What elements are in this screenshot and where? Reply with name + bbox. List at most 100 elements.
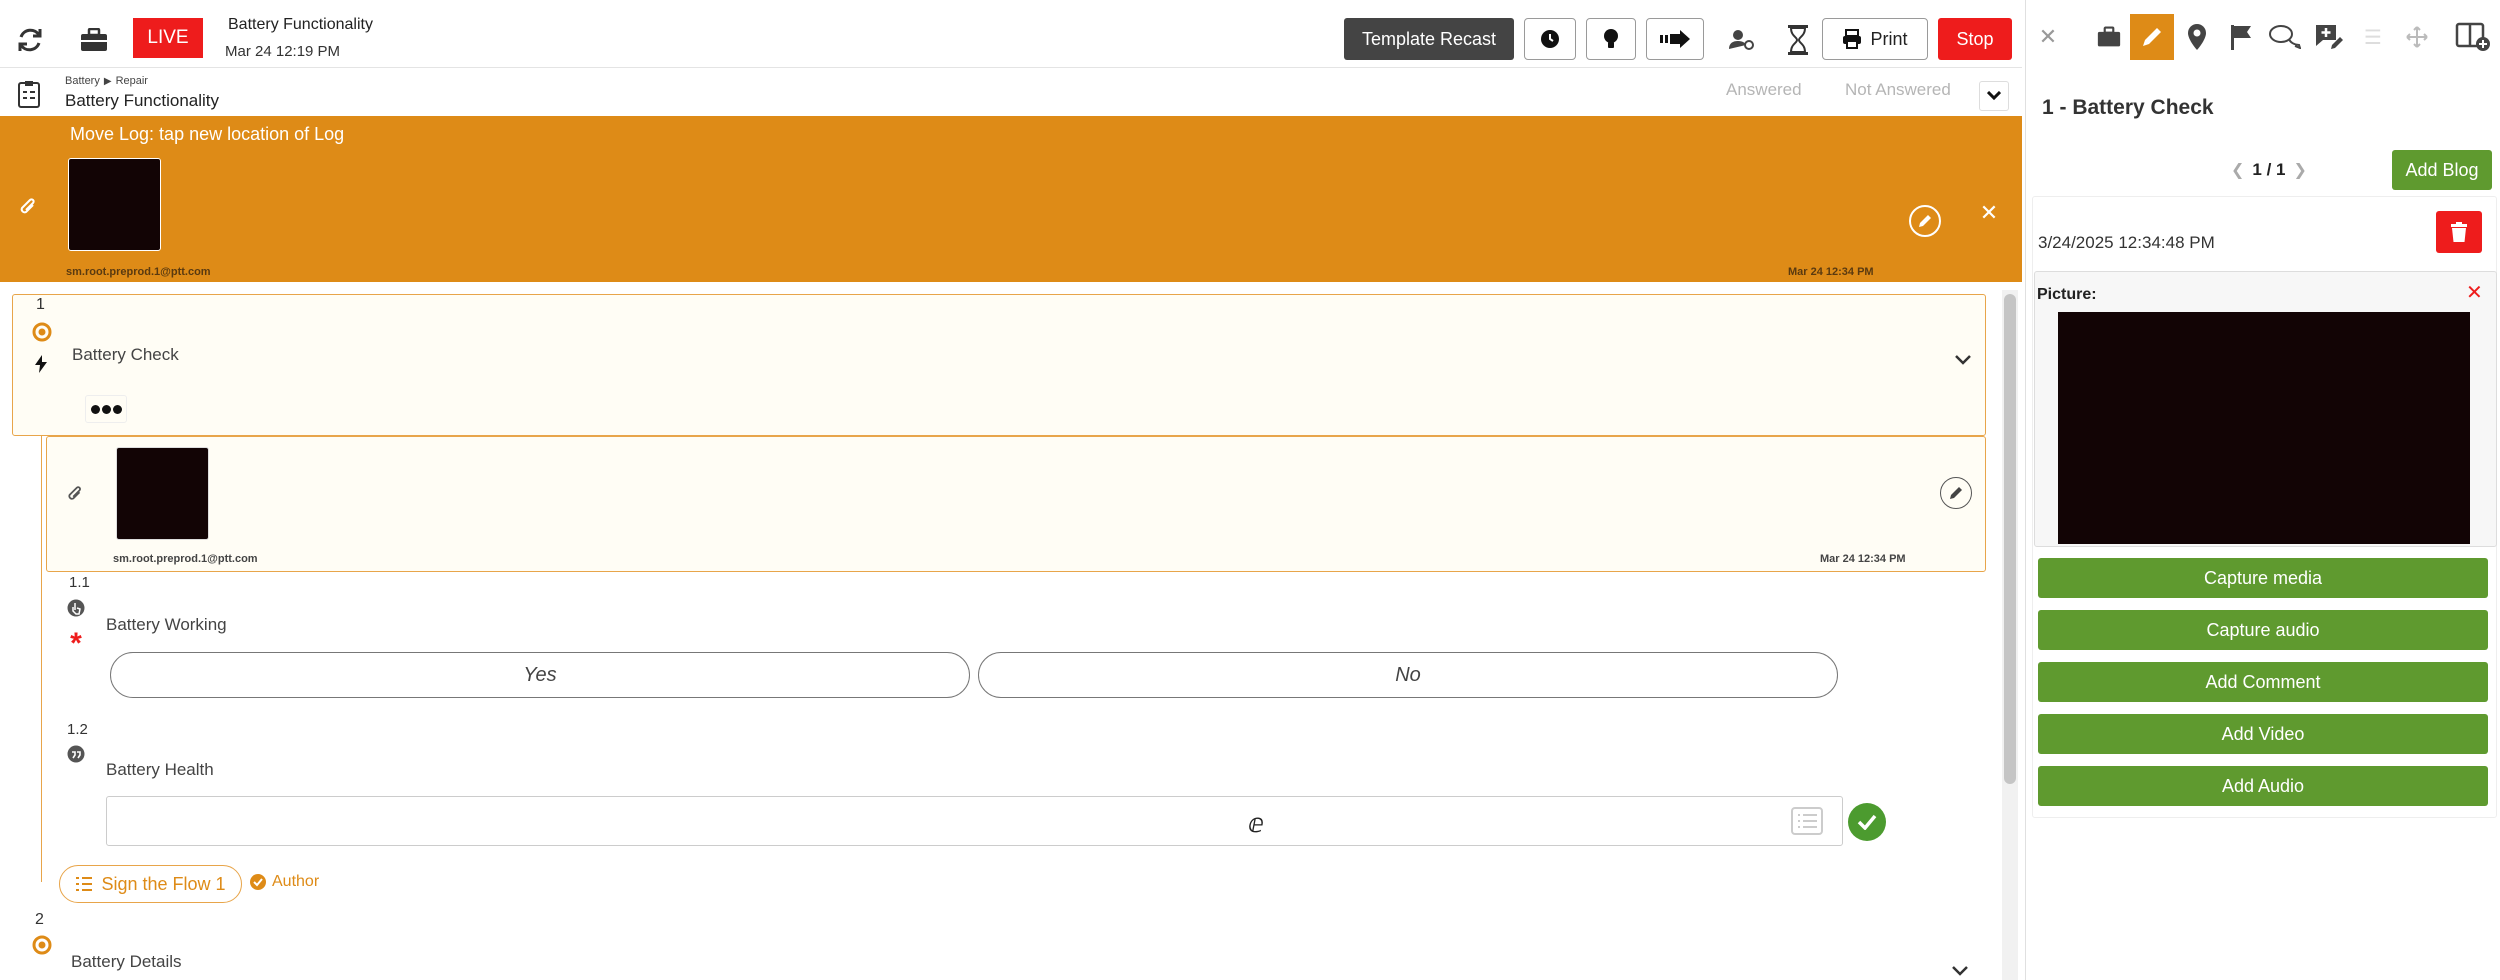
move-log-banner: Move Log: tap new location of Log sm.roo… — [0, 116, 2022, 282]
side-panel: ✕ ☰ 1 - Battery Check ❮ 1 / 1 ❯ Add Blog… — [2025, 0, 2500, 980]
banner-user: sm.root.preprod.1@ptt.com — [66, 266, 211, 278]
workflow-title: Battery Functionality — [228, 16, 373, 33]
add-audio-button[interactable]: Add Audio — [2038, 766, 2488, 806]
trash-icon — [2451, 222, 2467, 242]
pencil-icon[interactable] — [2130, 14, 2174, 60]
step-number: 2 — [35, 911, 44, 928]
quote-icon — [67, 745, 85, 763]
close-panel-icon[interactable]: ✕ — [2026, 14, 2070, 60]
chevron-right-icon[interactable]: ❯ — [2294, 160, 2307, 180]
answer-yes-button[interactable]: Yes — [110, 652, 970, 698]
attachment-card: sm.root.preprod.1@ptt.com Mar 24 12:34 P… — [46, 436, 1986, 572]
capture-audio-button[interactable]: Capture audio — [2038, 610, 2488, 650]
remove-picture-icon[interactable]: ✕ — [2466, 280, 2483, 305]
briefcase-icon[interactable] — [2087, 14, 2131, 60]
refresh-icon[interactable] — [14, 24, 46, 56]
step-card-battery-check[interactable]: Battery Check — [12, 294, 1986, 436]
breadcrumb: Battery ▶ Repair — [65, 75, 148, 87]
stop-button[interactable]: Stop — [1938, 18, 2012, 60]
question-label: Battery Health — [106, 760, 214, 779]
top-toolbar: LIVE Battery Functionality Mar 24 12:19 … — [0, 10, 2022, 68]
paperclip-icon[interactable] — [65, 483, 85, 505]
sub-header: Battery ▶ Repair Battery Functionality A… — [0, 69, 2022, 116]
tab-answered[interactable]: Answered — [1726, 80, 1802, 100]
print-button[interactable]: Print — [1822, 18, 1928, 60]
attachment-thumbnail[interactable] — [68, 158, 161, 251]
skip-forward-button[interactable] — [1646, 18, 1704, 60]
hand-pointer-icon — [67, 599, 85, 617]
step-status-circle-icon — [32, 322, 52, 342]
edit-log-button[interactable] — [1909, 205, 1941, 237]
move-log-message: Move Log: tap new location of Log — [70, 124, 345, 144]
chevron-down-icon[interactable] — [1953, 353, 1973, 367]
clock-button[interactable] — [1524, 18, 1576, 60]
capture-media-button[interactable]: Capture media — [2038, 558, 2488, 598]
battery-health-input[interactable]: ⅇ — [106, 796, 1843, 846]
chevron-left-icon[interactable]: ❮ — [2231, 160, 2244, 180]
briefcase-icon[interactable] — [78, 26, 110, 54]
lightbulb-icon — [1604, 29, 1618, 48]
add-blog-icon[interactable] — [2307, 14, 2351, 60]
text-cursor-icon: ⅇ — [1248, 807, 1264, 838]
hourglass-icon[interactable] — [1786, 24, 1810, 56]
live-badge: LIVE — [133, 18, 203, 58]
scrollbar-thumb[interactable] — [2004, 294, 2016, 784]
panel-title: 1 - Battery Check — [2042, 96, 2214, 119]
flag-icon[interactable] — [2219, 14, 2263, 60]
add-blog-button[interactable]: Add Blog — [2392, 150, 2492, 190]
edit-attachment-button[interactable] — [1940, 477, 1972, 509]
add-comment-button[interactable]: Add Comment — [2038, 662, 2488, 702]
pager-label: 1 / 1 — [2252, 160, 2286, 179]
question-number: 1.2 — [67, 721, 88, 738]
list-icon[interactable] — [1790, 805, 1824, 837]
attachment-timestamp: Mar 24 12:34 PM — [1820, 553, 1906, 565]
user-settings-icon[interactable] — [1728, 28, 1756, 52]
collapse-button[interactable] — [1979, 81, 2009, 111]
lightbulb-button[interactable] — [1586, 18, 1636, 60]
move-icon[interactable] — [2395, 14, 2439, 60]
blog-picture[interactable] — [2058, 312, 2470, 544]
checkmark-icon — [1857, 814, 1877, 830]
blog-date: 3/24/2025 12:34:48 PM — [2038, 233, 2215, 252]
answer-no-button[interactable]: No — [978, 652, 1838, 698]
chevron-down-icon[interactable] — [1950, 964, 1970, 978]
delete-blog-button[interactable] — [2436, 211, 2482, 253]
pencil-icon — [1950, 487, 1962, 499]
sign-flow-button[interactable]: Sign the Flow 1 — [59, 865, 242, 903]
question-number: 1.1 — [69, 574, 90, 591]
print-label: Print — [1870, 28, 1908, 49]
pencil-icon — [1919, 215, 1931, 227]
panel-toolbar: ✕ ☰ — [2026, 14, 2500, 62]
check-circle-icon — [250, 874, 266, 890]
clock-icon — [1541, 30, 1559, 48]
more-options-button[interactable] — [85, 395, 127, 423]
paperclip-icon[interactable] — [16, 194, 40, 220]
page-title: Battery Functionality — [65, 91, 220, 110]
menu-icon[interactable]: ☰ — [2351, 14, 2395, 60]
step-number: 1 — [36, 296, 45, 313]
close-banner-icon[interactable]: ✕ — [1978, 200, 2000, 225]
banner-timestamp: Mar 24 12:34 PM — [1788, 266, 1874, 278]
app-root: LIVE Battery Functionality Mar 24 12:19 … — [0, 0, 2500, 980]
author-label: Author — [272, 873, 320, 890]
attachment-user: sm.root.preprod.1@ptt.com — [113, 553, 258, 565]
arrow-right-icon — [1660, 30, 1690, 48]
submit-answer-button[interactable] — [1848, 803, 1886, 841]
comments-icon[interactable] — [2263, 14, 2307, 60]
tab-not-answered[interactable]: Not Answered — [1845, 80, 1951, 100]
add-video-button[interactable]: Add Video — [2038, 714, 2488, 754]
list-check-icon — [76, 877, 93, 891]
blog-pager: ❮ 1 / 1 ❯ — [2231, 160, 2307, 180]
workflow-date: Mar 24 12:19 PM — [225, 43, 341, 60]
main-area: LIVE Battery Functionality Mar 24 12:19 … — [0, 0, 2022, 980]
template-recast-button[interactable]: Template Recast — [1344, 18, 1514, 60]
breadcrumb-separator-icon: ▶ — [103, 75, 112, 87]
breadcrumb-parent[interactable]: Battery — [65, 75, 100, 87]
add-column-icon[interactable] — [2451, 14, 2495, 60]
attachment-thumbnail[interactable] — [116, 447, 209, 540]
printer-icon — [1843, 29, 1862, 49]
question-label: Battery Working — [106, 615, 227, 634]
author-badge: Author — [250, 873, 319, 891]
map-marker-icon[interactable] — [2175, 14, 2219, 60]
breadcrumb-child[interactable]: Repair — [116, 75, 148, 87]
